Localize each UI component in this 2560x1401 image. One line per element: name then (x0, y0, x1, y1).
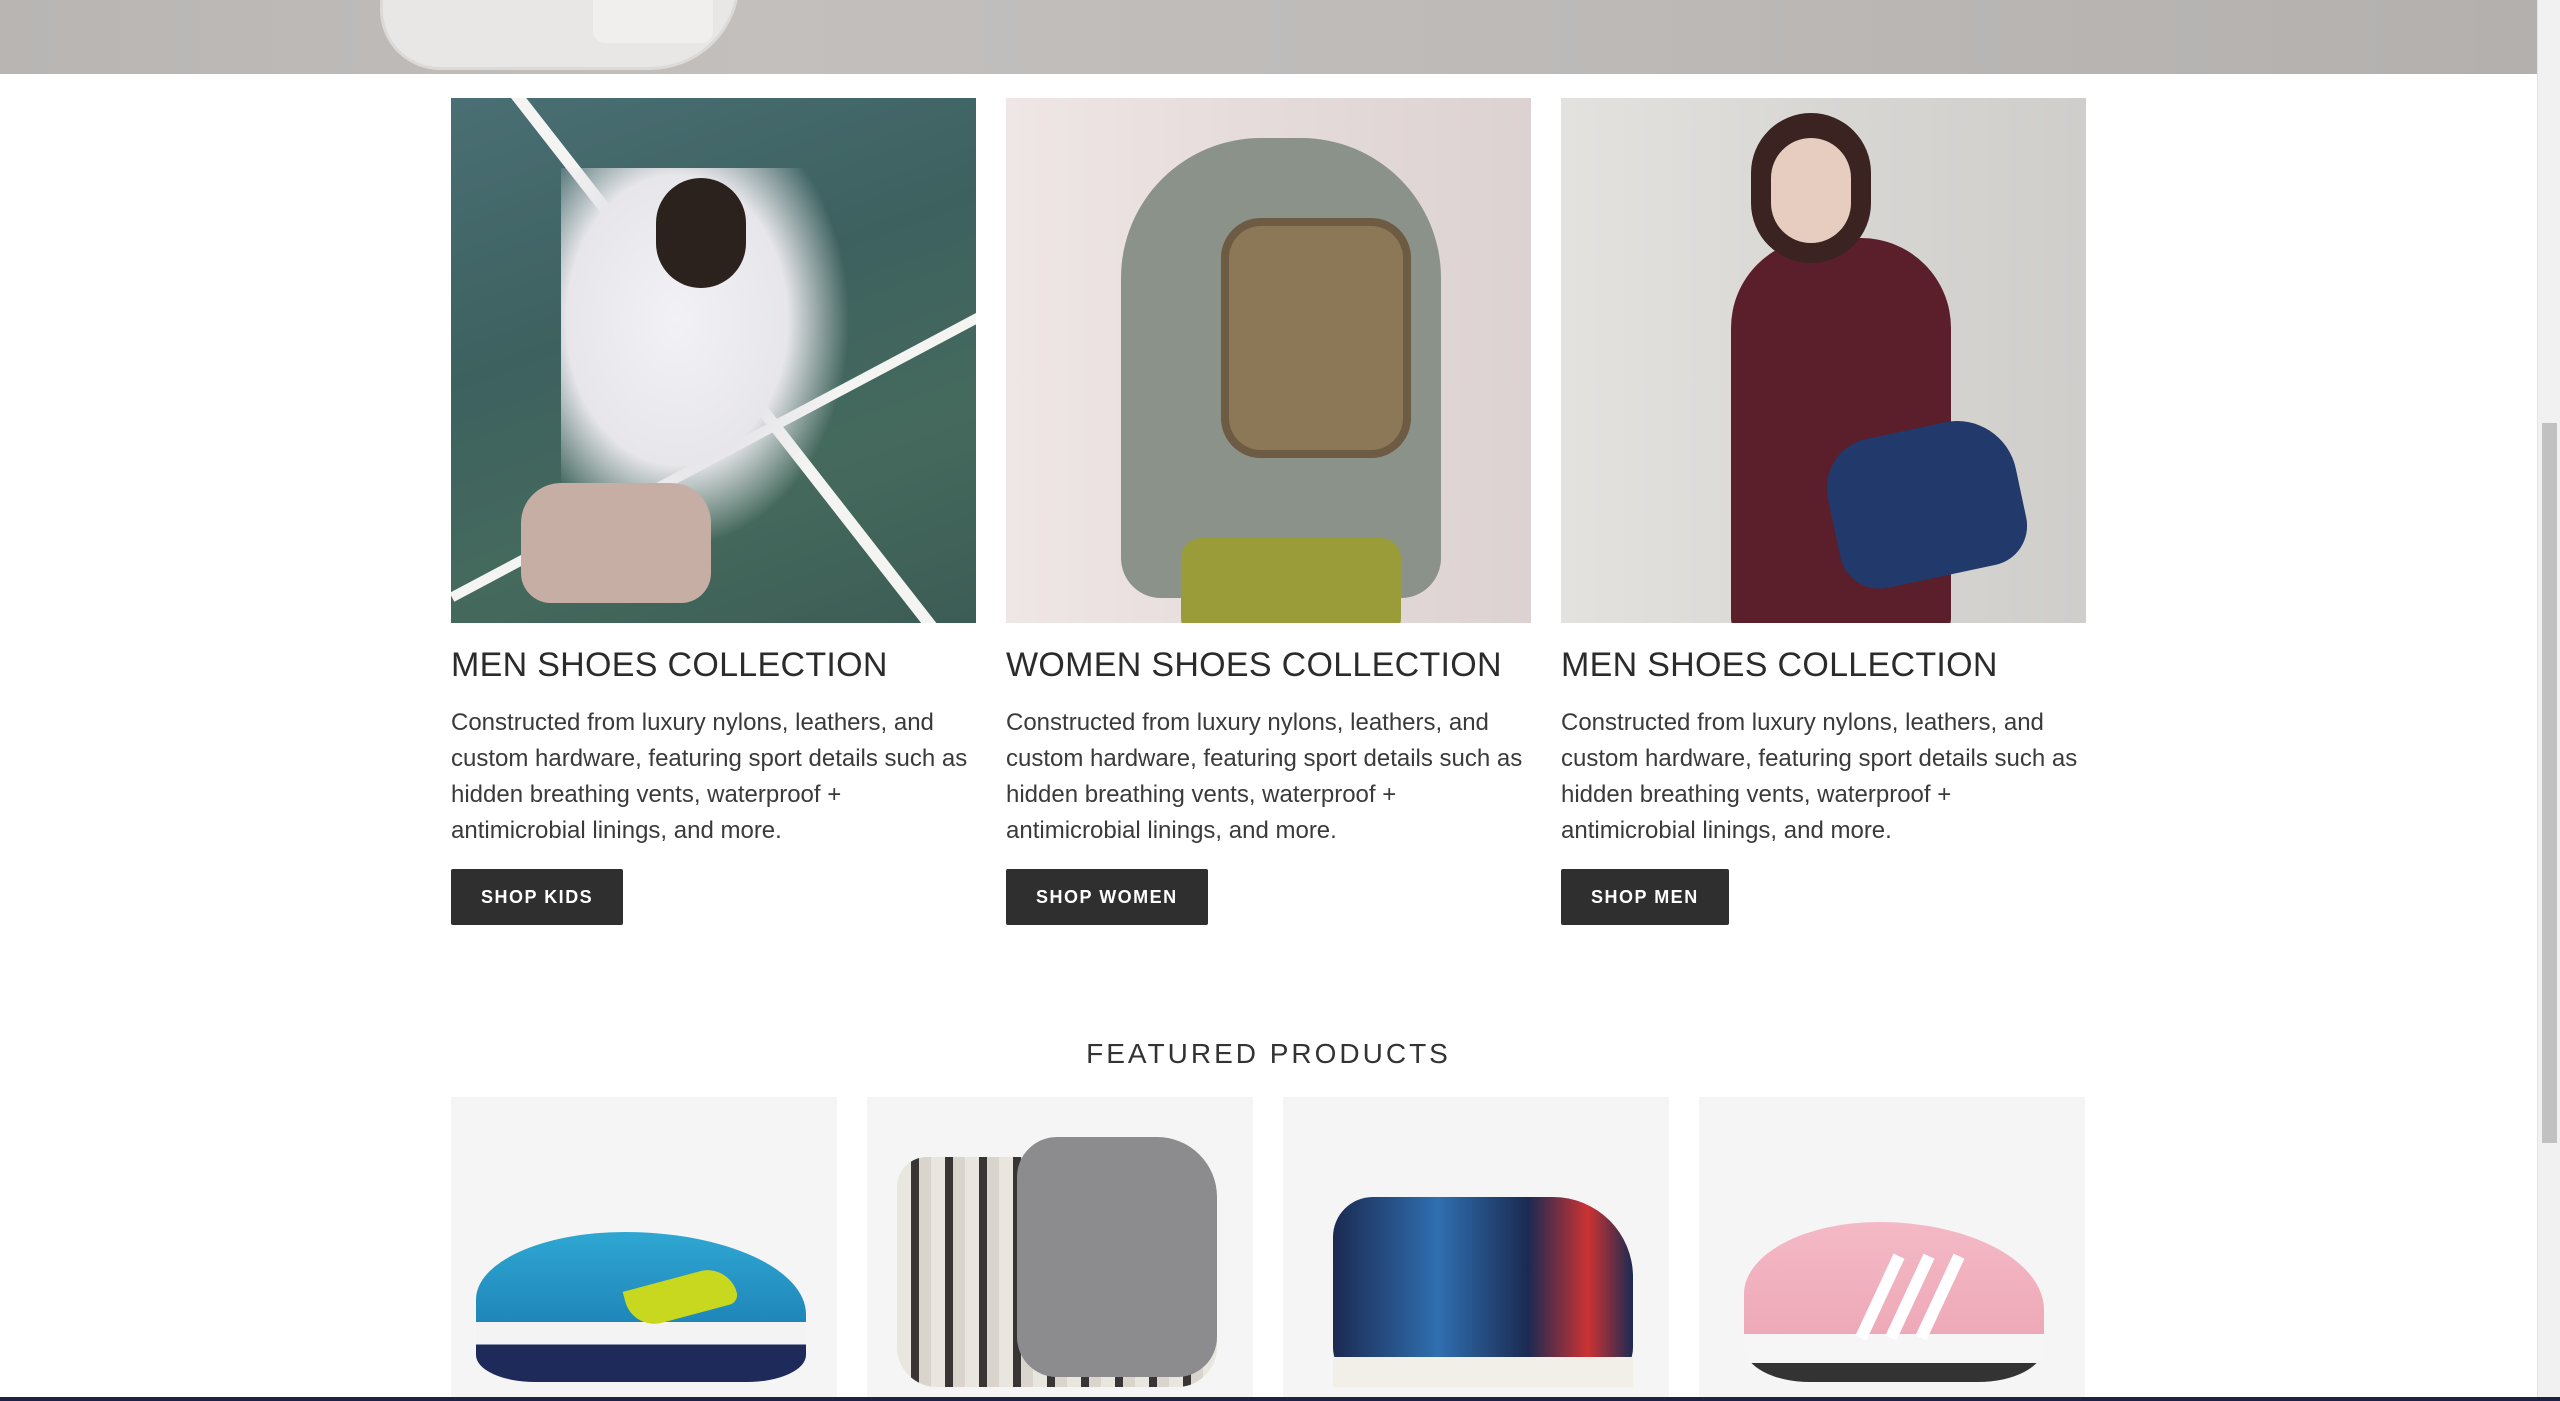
collection-card: MEN SHOES COLLECTION Constructed from lu… (451, 98, 976, 925)
product-card[interactable] (1699, 1097, 2085, 1401)
product-image (1744, 1222, 2044, 1382)
collection-image[interactable] (451, 98, 976, 623)
hero-banner (0, 0, 2537, 74)
bottom-edge (0, 1397, 2560, 1401)
scrollbar-thumb[interactable] (2542, 423, 2557, 1143)
shop-women-button[interactable]: SHOP WOMEN (1006, 869, 1208, 925)
collection-title: MEN SHOES COLLECTION (1561, 646, 1998, 684)
vertical-scrollbar[interactable] (2537, 0, 2560, 1401)
hero-shoe-image (380, 0, 740, 70)
product-card[interactable] (1283, 1097, 1669, 1401)
collection-description: Constructed from luxury nylons, leathers… (1561, 709, 2078, 844)
collections-section: MEN SHOES COLLECTION Constructed from lu… (451, 98, 2087, 925)
collection-image[interactable] (1006, 98, 1531, 623)
shop-men-button[interactable]: SHOP MEN (1561, 869, 1729, 925)
product-image (1333, 1197, 1633, 1387)
product-card[interactable] (867, 1097, 1253, 1401)
collection-image[interactable] (1561, 98, 2086, 623)
product-card[interactable] (451, 1097, 837, 1401)
collection-card: MEN SHOES COLLECTION Constructed from lu… (1561, 98, 2086, 925)
collection-card: WOMEN SHOES COLLECTION Constructed from … (1006, 98, 1531, 925)
shop-kids-button[interactable]: SHOP KIDS (451, 869, 624, 925)
collection-description: Constructed from luxury nylons, leathers… (1006, 709, 1523, 844)
collection-title: WOMEN SHOES COLLECTION (1006, 646, 1502, 684)
collection-description: Constructed from luxury nylons, leathers… (451, 709, 968, 844)
product-image (476, 1232, 806, 1382)
product-image (897, 1137, 1217, 1387)
collection-title: MEN SHOES COLLECTION (451, 646, 888, 684)
featured-products-heading: FEATURED PRODUCTS (1086, 1038, 1451, 1069)
featured-products-grid (451, 1097, 2087, 1401)
